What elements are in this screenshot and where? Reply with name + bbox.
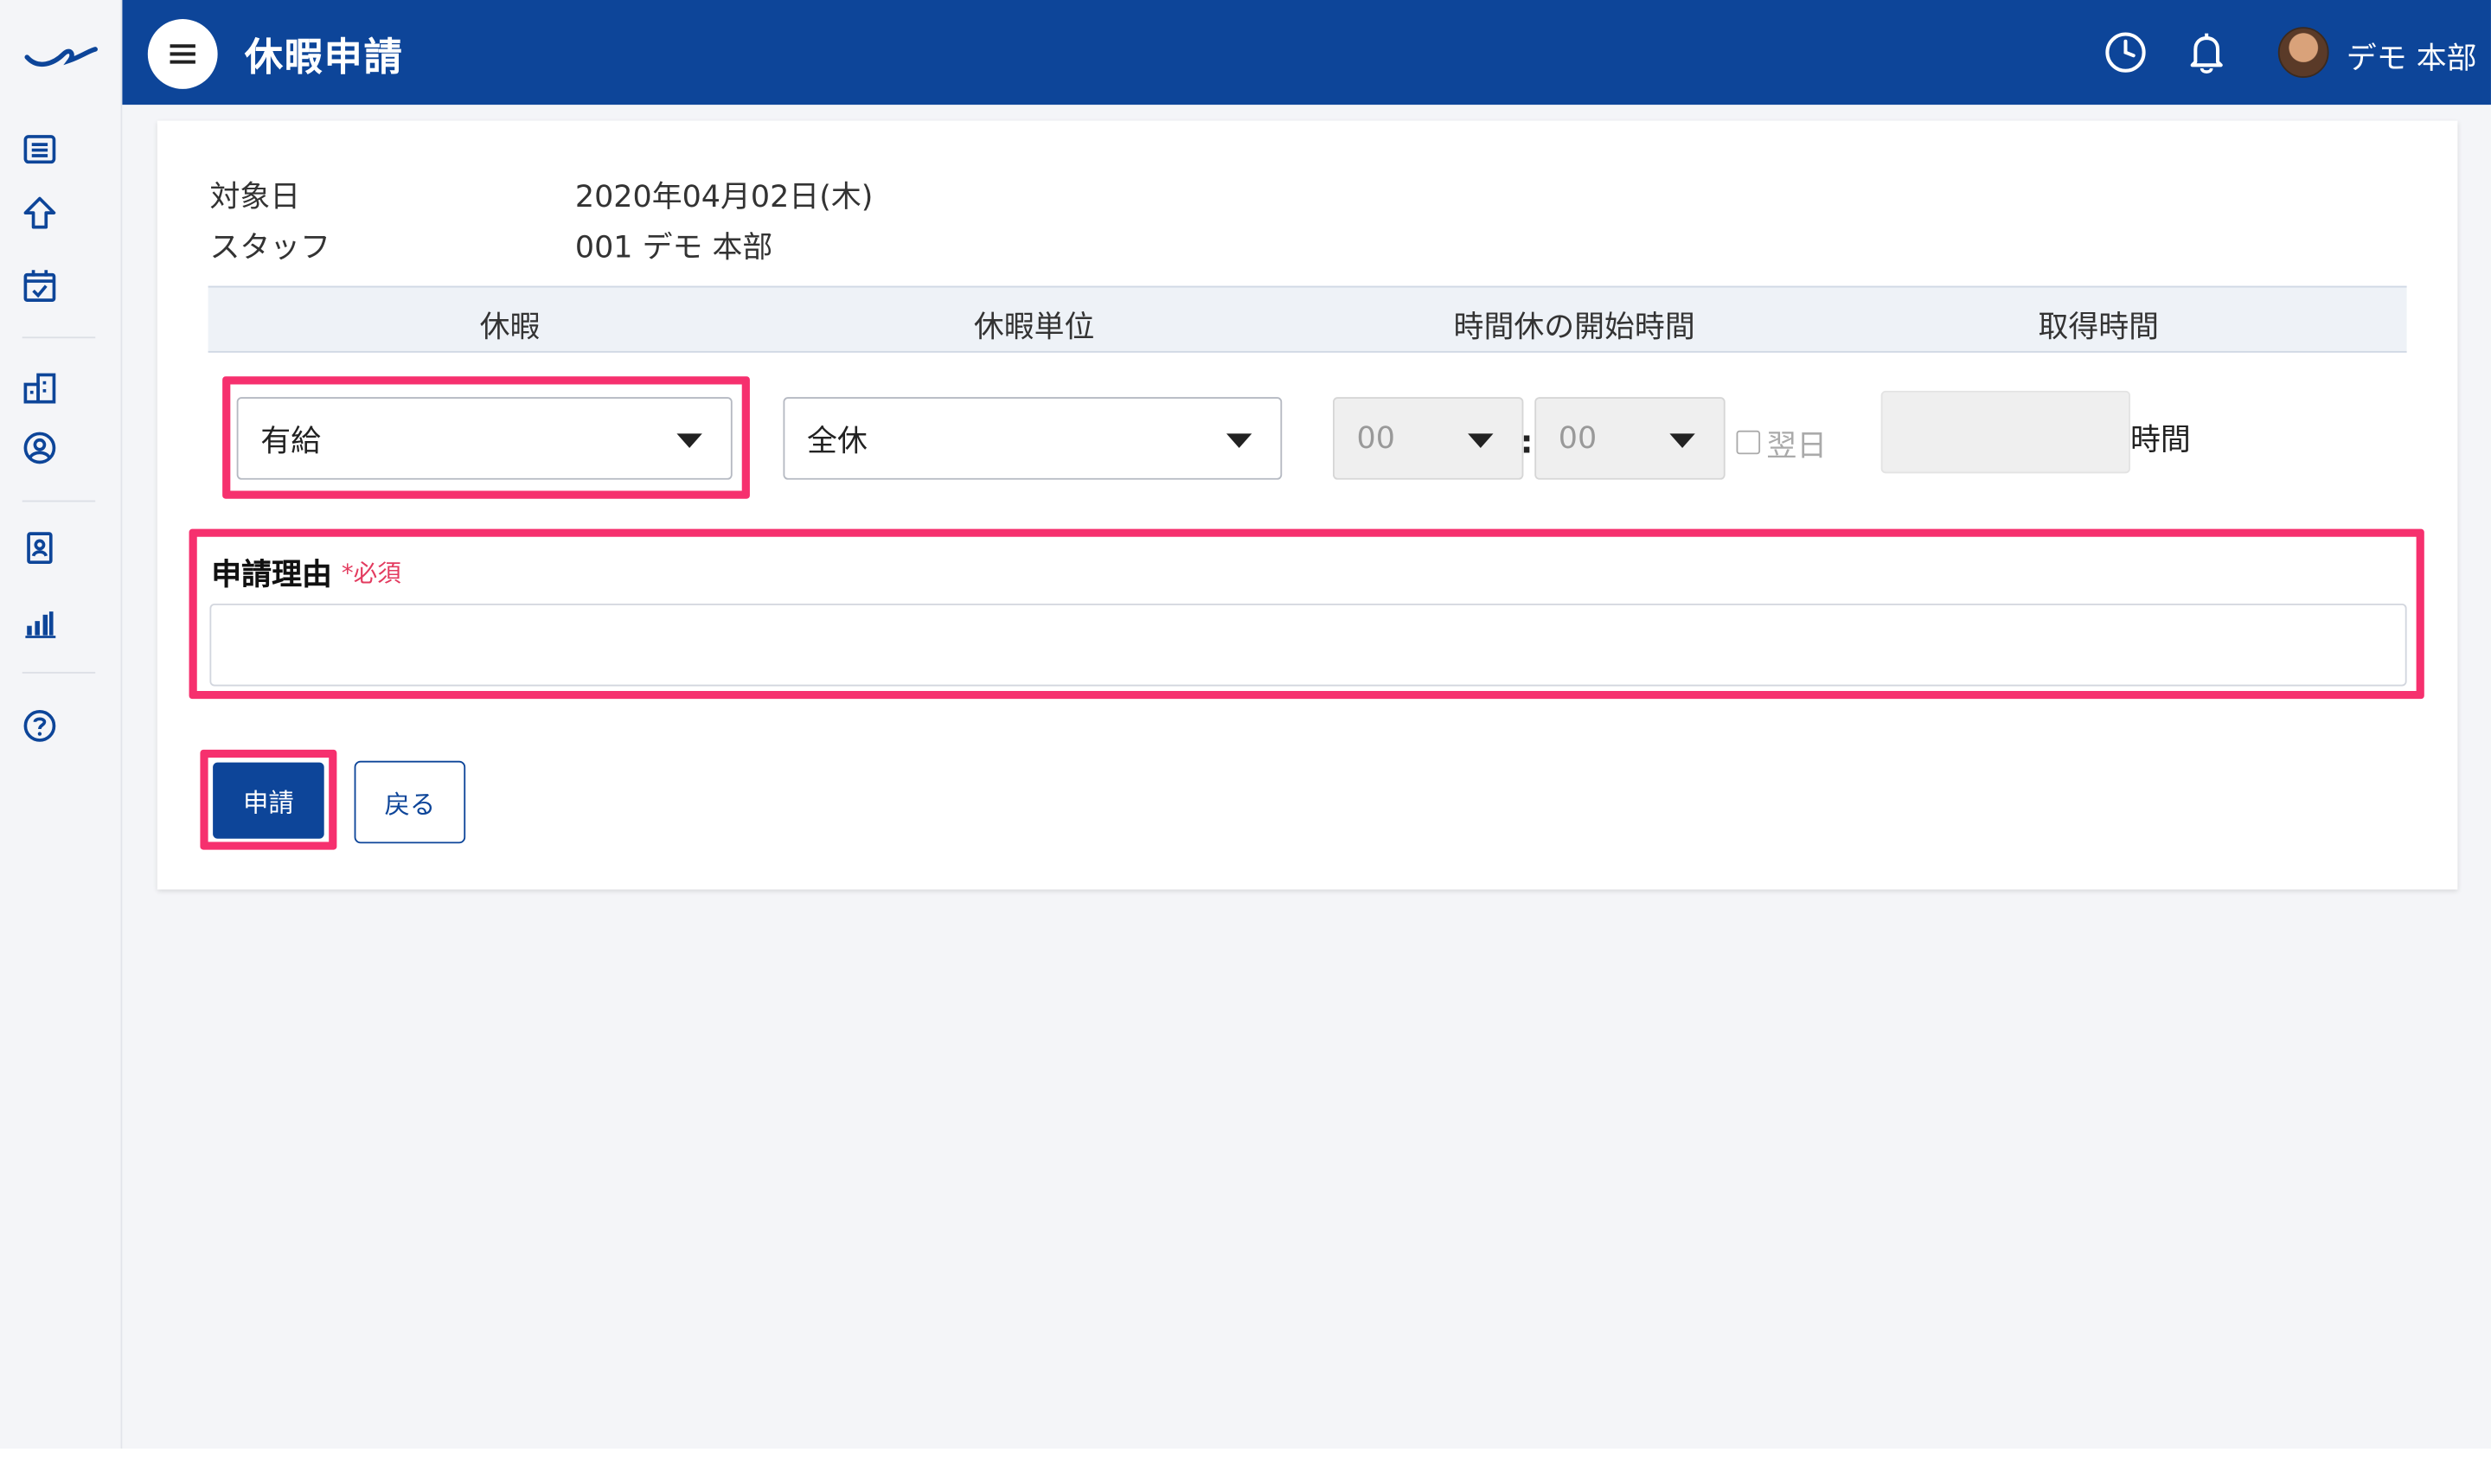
time-separator: :	[1520, 422, 1534, 461]
menu-button[interactable]	[147, 19, 218, 89]
help-icon[interactable]	[19, 705, 61, 746]
top-bar: 休暇申請 デモ 本部	[122, 0, 2491, 106]
chevron-down-icon	[676, 433, 702, 448]
reason-input[interactable]	[209, 603, 2407, 687]
header-start-time: 時間休の開始時間	[1453, 310, 1695, 345]
header-hours: 取得時間	[2038, 310, 2160, 345]
list-icon[interactable]	[19, 129, 61, 170]
start-minute-select[interactable]: 00	[1534, 397, 1726, 480]
back-button[interactable]: 戻る	[354, 760, 466, 844]
header-leave-unit: 休暇単位	[973, 310, 1095, 345]
page-title: 休暇申請	[244, 35, 404, 80]
required-mark: *必須	[341, 559, 401, 588]
staff-label: スタッフ	[209, 230, 331, 265]
hours-unit-label: 時間	[2130, 422, 2191, 457]
calendar-check-icon[interactable]	[19, 265, 61, 307]
next-day-label: 翌日	[1766, 428, 1828, 464]
chevron-down-icon	[1468, 433, 1494, 448]
leave-unit-value: 全休	[807, 423, 868, 458]
leave-unit-select[interactable]: 全休	[783, 397, 1283, 480]
home-icon[interactable]	[19, 192, 61, 233]
avatar[interactable]	[2277, 27, 2329, 78]
chevron-down-icon	[1226, 433, 1252, 448]
chevron-down-icon	[1669, 433, 1695, 448]
date-value: 2020年04月02日(木)	[574, 179, 874, 214]
user-circle-icon[interactable]	[19, 427, 61, 469]
header-leave: 休暇	[479, 310, 541, 345]
building-icon[interactable]	[19, 367, 61, 408]
clock-icon[interactable]	[2102, 29, 2149, 76]
table-header: 休暇 休暇単位 時間休の開始時間 取得時間	[208, 285, 2407, 353]
hours-input[interactable]	[1880, 390, 2131, 474]
start-minute-value: 00	[1558, 420, 1598, 457]
menu-icon	[170, 44, 195, 64]
start-hour-select[interactable]: 00	[1332, 397, 1524, 480]
sidebar-divider	[22, 500, 96, 502]
main-content: 対象日 2020年04月02日(木) スタッフ 001 デモ 本部 休暇 休暇単…	[122, 105, 2491, 1449]
leave-request-card: 対象日 2020年04月02日(木) スタッフ 001 デモ 本部 休暇 休暇単…	[157, 120, 2458, 890]
user-name[interactable]: デモ 本部	[2347, 35, 2477, 78]
submit-button[interactable]: 申請	[213, 762, 324, 839]
sidebar-divider	[22, 336, 96, 339]
leave-type-select[interactable]: 有給	[236, 397, 733, 480]
reason-label: 申請理由	[211, 557, 332, 593]
staff-value: 001 デモ 本部	[574, 230, 773, 265]
logo[interactable]	[22, 35, 99, 69]
start-hour-value: 00	[1356, 420, 1395, 457]
date-label: 対象日	[209, 179, 301, 214]
id-card-icon[interactable]	[19, 528, 61, 569]
sidebar-divider	[22, 671, 96, 674]
bar-chart-icon[interactable]	[19, 602, 61, 643]
leave-type-value: 有給	[260, 423, 322, 458]
sidebar	[0, 0, 123, 1449]
bell-icon[interactable]	[2183, 29, 2231, 76]
next-day-checkbox[interactable]	[1736, 430, 1761, 455]
